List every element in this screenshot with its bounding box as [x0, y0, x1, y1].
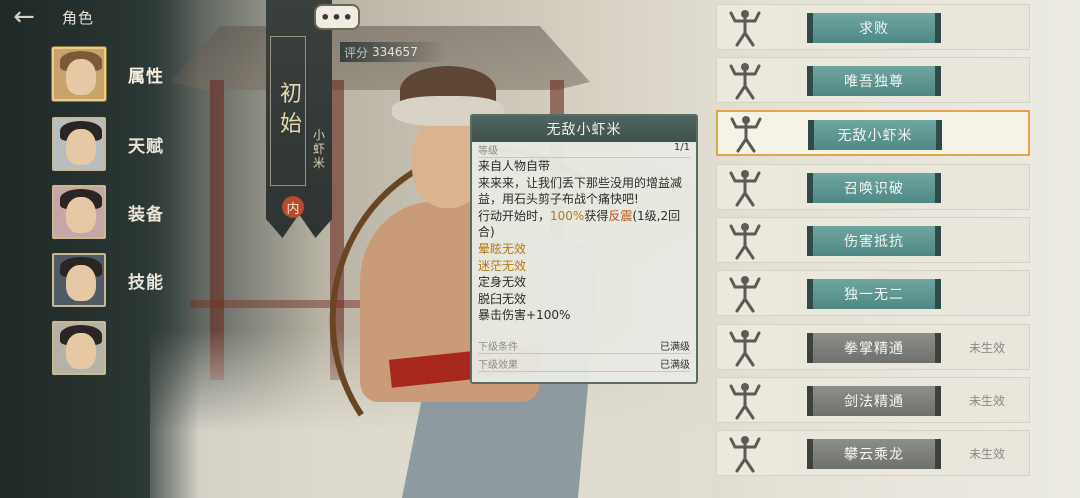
tooltip-description: 来自人物自带 来来来，让我们丢下那些没用的增益减益，用石头剪子布战个痛快吧! 行… [478, 158, 692, 324]
martial-figure-icon [717, 165, 773, 209]
skill-name-button[interactable]: 唯吾独尊 [807, 66, 941, 96]
tooltip-effect: 行动开始时，100%获得反震(1级,2回合) [478, 208, 681, 240]
skill-row[interactable]: 召唤识破 [716, 164, 1030, 210]
martial-figure-icon [717, 58, 773, 102]
skill-row[interactable]: 剑法精通 未生效 [716, 377, 1030, 423]
skill-row[interactable]: 攀云乘龙 未生效 [716, 430, 1030, 476]
skill-name-button[interactable]: 无敌小虾米 [808, 120, 942, 150]
top-bar: ← 角色 [0, 0, 200, 34]
next-effect-value: 已满级 [660, 360, 690, 371]
tooltip-title: 无敌小虾米 [472, 116, 696, 142]
tooltip-desc: 来来来，让我们丢下那些没用的增益减益，用石头剪子布战个痛快吧! [478, 175, 683, 207]
martial-figure-icon [717, 271, 773, 315]
tooltip-source: 来自人物自带 [478, 159, 551, 173]
skill-name-button[interactable]: 独一无二 [807, 279, 941, 309]
immunity-root: 定身无效 [478, 275, 527, 290]
skill-tooltip: 无敌小虾米 等级 1/1 来自人物自带 来来来，让我们丢下那些没用的增益减益，用… [470, 114, 698, 384]
next-effect-label: 下级效果 [478, 360, 518, 371]
martial-pose-icon [717, 325, 773, 369]
page-title: 角色 [62, 8, 95, 27]
immunity-confusion: 迷茫无效 [478, 258, 527, 273]
portrait-hat-man-icon [52, 47, 106, 101]
portrait-young-man-icon [52, 117, 106, 171]
skill-row[interactable]: 拳掌精通 未生效 [716, 324, 1030, 370]
tooltip-level-row: 等级 1/1 [478, 142, 690, 158]
skill-name-button[interactable]: 召唤识破 [807, 173, 941, 203]
martial-pose-icon [717, 378, 773, 422]
crit-bonus: 暴击伤害+100% [478, 308, 571, 323]
nav-item-talent[interactable]: 天赋 [52, 116, 192, 172]
nav-item-attributes[interactable]: 属性 [52, 46, 192, 102]
skill-name-button[interactable]: 伤害抵抗 [807, 226, 941, 256]
nav-label: 技能 [128, 272, 164, 293]
next-cond-label: 下级条件 [478, 342, 518, 353]
skill-row[interactable]: 求败 [716, 4, 1030, 50]
nav-item-equipment[interactable]: 装备 [52, 184, 192, 240]
portrait-woman-icon [52, 321, 106, 375]
score-label: 评分 [344, 45, 369, 60]
next-condition-row: 下级条件 已满级 [478, 338, 690, 354]
martial-pose-icon [717, 431, 773, 475]
nav-item-skills[interactable]: 技能 [52, 252, 192, 308]
back-button[interactable]: ← [0, 2, 48, 32]
skill-row[interactable]: 伤害抵抗 [716, 217, 1030, 263]
skill-row[interactable]: 独一无二 [716, 270, 1030, 316]
immunity-stun: 晕眩无效 [478, 241, 527, 256]
nav-label: 装备 [128, 204, 164, 225]
next-cond-value: 已满级 [660, 342, 690, 353]
skill-status: 未生效 [969, 394, 1006, 408]
skill-name-button[interactable]: 求败 [807, 13, 941, 43]
martial-figure-icon [717, 218, 773, 262]
score-value: 334657 [372, 45, 418, 59]
score-display: 评分 334657 [340, 42, 446, 62]
nav-item-companion[interactable] [52, 320, 192, 376]
skill-name-button[interactable]: 剑法精通 [807, 386, 941, 416]
skill-name-button[interactable]: 攀云乘龙 [807, 439, 941, 469]
skill-status: 未生效 [969, 447, 1006, 461]
arrow-left-icon: ← [13, 2, 35, 32]
skill-name-button[interactable]: 拳掌精通 [807, 333, 941, 363]
next-effect-row: 下级效果 已满级 [478, 356, 690, 372]
level-label: 等级 [478, 146, 498, 157]
more-button[interactable]: ••• [314, 4, 360, 30]
level-value: 1/1 [673, 142, 690, 153]
martial-figure-icon [717, 5, 773, 49]
immunity-dislocate: 脱臼无效 [478, 291, 527, 306]
portrait-woman-flowers-icon [52, 185, 106, 239]
skill-status: 未生效 [969, 341, 1006, 355]
nav-label: 天赋 [128, 136, 164, 157]
nav-label: 属性 [128, 66, 164, 87]
portrait-sword-man-icon [52, 253, 106, 307]
skill-row[interactable]: 无敌小虾米 [716, 110, 1030, 156]
skill-row[interactable]: 唯吾独尊 [716, 57, 1030, 103]
martial-figure-icon [718, 111, 774, 155]
